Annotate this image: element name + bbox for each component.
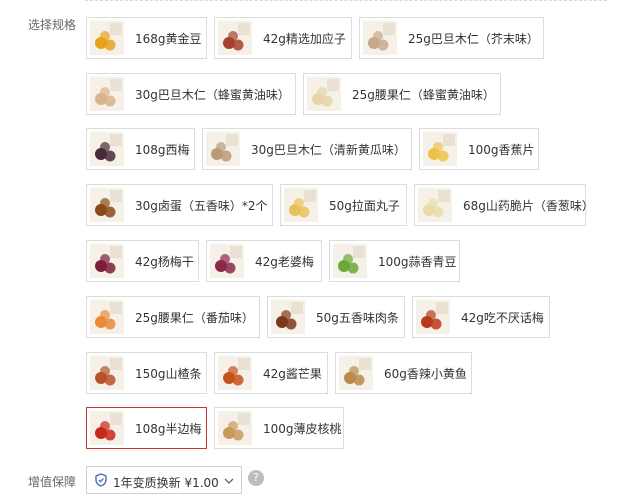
plum-icon: [218, 21, 252, 55]
sku-option[interactable]: 42g杨梅干: [86, 240, 199, 282]
top-divider: [85, 0, 607, 1]
cashew-icon: [90, 300, 124, 334]
sku-option[interactable]: 50g五香味肉条: [267, 296, 405, 338]
yam-chip-icon: [418, 188, 452, 222]
sku-option-label: 42g精选加应子: [263, 32, 346, 46]
sku-option-label: 50g拉面丸子: [329, 199, 400, 213]
sku-option-label: 25g巴旦木仁（芥末味）: [408, 32, 539, 46]
help-icon[interactable]: ?: [248, 470, 264, 486]
warranty-select[interactable]: 1年变质换新 ¥1.00: [86, 466, 242, 494]
golden-bean-icon: [90, 21, 124, 55]
green-pea-icon: [333, 244, 367, 278]
sku-option-label: 108g西梅: [135, 143, 190, 157]
sku-option[interactable]: 30g巴旦木仁（清新黄瓜味）: [202, 128, 412, 170]
almond-icon: [363, 21, 397, 55]
sku-option-label: 60g香辣小黄鱼: [384, 367, 467, 381]
bayberry-icon: [90, 244, 124, 278]
banana-chip-icon: [423, 132, 457, 166]
half-plum-icon: [90, 411, 124, 445]
sku-option-label: 25g腰果仁（蜂蜜黄油味）: [352, 88, 495, 102]
sku-option-label: 100g蒜香青豆: [378, 255, 457, 269]
sku-option[interactable]: 68g山药脆片（香葱味）: [414, 184, 594, 226]
sku-option[interactable]: 42g老婆梅: [206, 240, 322, 282]
spec-label: 选择规格: [28, 18, 77, 32]
chevron-down-icon: [224, 478, 234, 484]
sku-option[interactable]: 25g腰果仁（番茄味）: [86, 296, 260, 338]
plum-icon: [210, 244, 244, 278]
hawthorn-icon: [90, 356, 124, 390]
sku-option-label: 25g腰果仁（番茄味）: [135, 311, 254, 325]
prune-icon: [90, 132, 124, 166]
cashew-icon: [307, 77, 341, 111]
mango-icon: [218, 356, 252, 390]
sku-option[interactable]: 42g精选加应子: [214, 17, 352, 59]
sku-option[interactable]: 42g吃不厌话梅: [412, 296, 550, 338]
sku-option-label: 68g山药脆片（香葱味）: [463, 199, 594, 213]
sku-option-label: 100g香蕉片: [468, 143, 535, 157]
sku-option[interactable]: 108g西梅: [86, 128, 195, 170]
sku-option-label: 30g卤蛋（五香味）*2个: [135, 199, 268, 213]
almond-icon: [90, 77, 124, 111]
sku-option[interactable]: 100g香蕉片: [419, 128, 539, 170]
sku-option[interactable]: 100g薄皮核桃: [214, 407, 344, 449]
sku-option-label: 150g山楂条: [135, 367, 202, 381]
noodle-ball-icon: [284, 188, 318, 222]
sku-option[interactable]: 150g山楂条: [86, 352, 207, 394]
fish-icon: [339, 356, 373, 390]
meat-strip-icon: [271, 300, 305, 334]
walnut-icon: [218, 411, 252, 445]
braised-egg-icon: [90, 188, 124, 222]
almond-icon: [206, 132, 240, 166]
sku-option-label: 30g巴旦木仁（蜂蜜黄油味）: [135, 88, 290, 102]
sku-option-label: 50g五香味肉条: [316, 311, 399, 325]
sku-option[interactable]: 60g香辣小黄鱼: [335, 352, 472, 394]
sku-option-label: 42g酱芒果: [263, 367, 322, 381]
sku-option[interactable]: 100g蒜香青豆: [329, 240, 460, 282]
sku-option-label: 42g吃不厌话梅: [461, 311, 544, 325]
sku-option[interactable]: 168g黄金豆: [86, 17, 207, 59]
sku-option[interactable]: 25g腰果仁（蜂蜜黄油味）: [303, 73, 501, 115]
sku-option-label: 168g黄金豆: [135, 32, 202, 46]
sku-option-label: 42g杨梅干: [135, 255, 194, 269]
warranty-option-text: 1年变质换新 ¥1.00: [113, 476, 219, 490]
sku-option[interactable]: 42g酱芒果: [214, 352, 328, 394]
sku-option[interactable]: 25g巴旦木仁（芥末味）: [359, 17, 544, 59]
sku-option[interactable]: 30g巴旦木仁（蜂蜜黄油味）: [86, 73, 296, 115]
sku-option[interactable]: 30g卤蛋（五香味）*2个: [86, 184, 273, 226]
warranty-label: 增值保障: [28, 475, 77, 489]
sku-option-label: 42g老婆梅: [255, 255, 314, 269]
sku-option[interactable]: 50g拉面丸子: [280, 184, 407, 226]
plum-icon: [416, 300, 450, 334]
sku-option-label: 30g巴旦木仁（清新黄瓜味）: [251, 143, 406, 157]
sku-option-label: 108g半边梅: [135, 422, 202, 436]
sku-option-label: 100g薄皮核桃: [263, 422, 342, 436]
sku-option[interactable]: 108g半边梅: [86, 407, 207, 449]
